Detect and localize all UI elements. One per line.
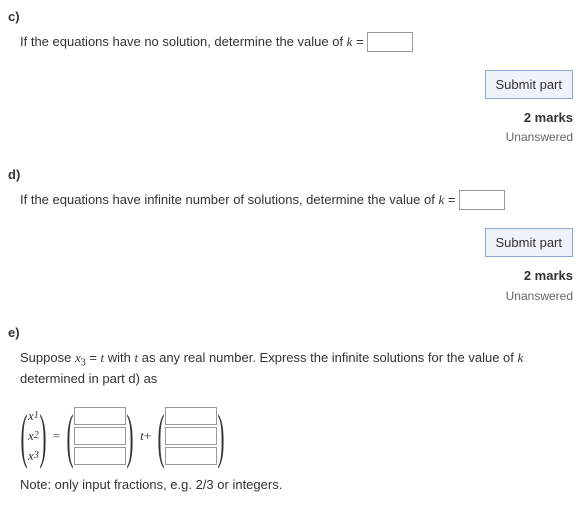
equals-sign: = — [356, 34, 364, 49]
part-d-submit-button[interactable]: Submit part — [485, 228, 573, 257]
x3-sub: 3 — [34, 449, 39, 463]
part-d-input[interactable] — [459, 190, 505, 210]
equals-sign: = — [53, 427, 60, 445]
vector-equation: ( x1 x2 x3 ) = ( ) t+ ( ) — [20, 406, 573, 466]
text: determined in part d) as — [20, 371, 157, 386]
text: with — [104, 350, 134, 365]
vec1-r1-input[interactable] — [74, 407, 126, 425]
var-k: k — [347, 34, 353, 49]
vec1-r2-input[interactable] — [74, 427, 126, 445]
vec2-r3-input[interactable] — [165, 447, 217, 465]
part-c-label: c) — [8, 8, 573, 26]
part-e-question: Suppose x3 = t with t as any real number… — [20, 349, 573, 389]
paren-right-icon: ) — [39, 406, 46, 466]
vec1-r3-input[interactable] — [74, 447, 126, 465]
part-d-status: Unanswered — [8, 288, 573, 305]
vec2-r1-input[interactable] — [165, 407, 217, 425]
part-c-question: If the equations have no solution, deter… — [20, 32, 573, 52]
vec2-r2-input[interactable] — [165, 427, 217, 445]
part-d-question: If the equations have infinite number of… — [20, 190, 573, 210]
lhs-vector: x1 x2 x3 — [28, 406, 39, 466]
var-k: k — [438, 192, 444, 207]
part-e-label: e) — [8, 324, 573, 342]
paren-right-icon: ) — [127, 406, 134, 466]
k-var: k — [518, 350, 524, 365]
t-coef: t+ — [140, 427, 151, 445]
part-d-text: If the equations have infinite number of… — [20, 192, 438, 207]
vec2 — [165, 406, 217, 466]
equals-sign: = — [448, 192, 456, 207]
part-d-marks: 2 marks — [8, 267, 573, 285]
x2-sub: 2 — [34, 429, 39, 443]
part-c-marks: 2 marks — [8, 109, 573, 127]
part-c-text: If the equations have no solution, deter… — [20, 34, 347, 49]
eq: = — [86, 350, 101, 365]
paren-right-icon: ) — [218, 406, 225, 466]
paren-left-icon: ( — [158, 406, 165, 466]
part-d-label: d) — [8, 166, 573, 184]
paren-left-icon: ( — [20, 406, 27, 466]
text: as any real number. Express the infinite… — [138, 350, 517, 365]
text: Suppose — [20, 350, 75, 365]
part-e-note: Note: only input fractions, e.g. 2/3 or … — [20, 476, 573, 494]
part-c-submit-button[interactable]: Submit part — [485, 70, 573, 99]
part-c-input[interactable] — [367, 32, 413, 52]
x1-sub: 1 — [34, 409, 39, 423]
vec1 — [74, 406, 126, 466]
paren-left-icon: ( — [67, 406, 74, 466]
part-c-status: Unanswered — [8, 129, 573, 146]
